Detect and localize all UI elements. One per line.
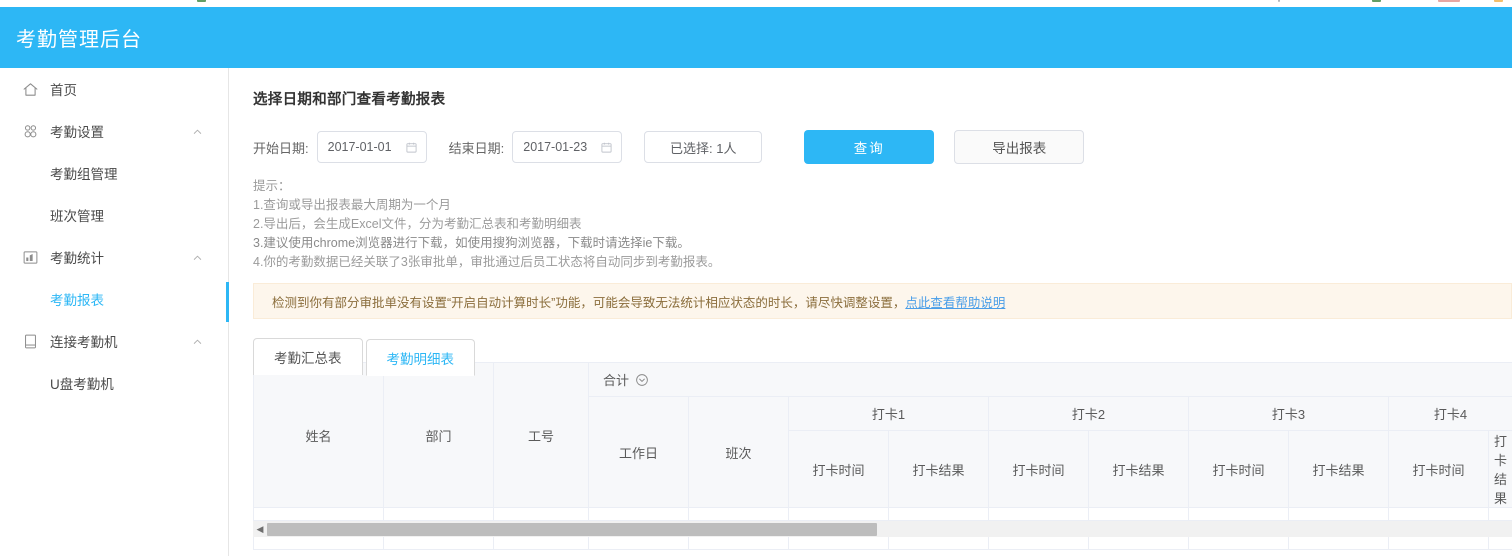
tip-line: 1.查询或导出报表最大周期为一个月 <box>253 196 1512 215</box>
start-date-label: 开始日期: <box>253 138 309 157</box>
tip-line: 3.建议使用chrome浏览器进行下载，如使用搜狗浏览器，下载时请选择ie下载。 <box>253 234 1512 253</box>
sidebar-subitem-label: 班次管理 <box>50 205 104 225</box>
browser-chrome-sliver <box>0 0 1512 7</box>
sidebar-item-label: 考勤设置 <box>50 121 104 141</box>
help-link[interactable]: 点此查看帮助说明 <box>905 292 1005 311</box>
sidebar-item-connect-device[interactable]: 连接考勤机 <box>0 320 228 362</box>
chevron-up-icon[interactable] <box>192 252 203 263</box>
sidebar-item-attendance-statistics[interactable]: 考勤统计 <box>0 236 228 278</box>
th-department: 部门 <box>384 363 494 508</box>
tips-heading: 提示： <box>253 177 1512 196</box>
start-date-value: 2017-01-01 <box>328 140 392 154</box>
filter-toolbar: 开始日期: 2017-01-01 结束日期: 2017-01-23 <box>253 131 1512 163</box>
sidebar-item-attendance-report[interactable]: 考勤报表 <box>0 278 228 320</box>
sidebar-item-shift-management[interactable]: 班次管理 <box>0 194 228 236</box>
chevron-up-icon[interactable] <box>192 126 203 137</box>
warning-banner: 检测到你有部分审批单没有设置“开启自动计算时长”功能，可能会导致无法统计相应状态… <box>253 283 1512 319</box>
selected-people-label: 已选择: 1人 <box>670 138 736 157</box>
th-punch1-time: 打卡时间 <box>789 431 889 508</box>
export-report-button[interactable]: 导出报表 <box>954 130 1084 164</box>
sidebar-item-attendance-settings[interactable]: 考勤设置 <box>0 110 228 152</box>
chevron-up-icon[interactable] <box>192 336 203 347</box>
th-punch-group-2: 打卡2 <box>989 397 1189 431</box>
sidebar-item-usb-device[interactable]: U盘考勤机 <box>0 362 228 404</box>
th-punch4-time: 打卡时间 <box>1389 431 1489 508</box>
sidebar-subitem-label: 考勤报表 <box>50 289 104 309</box>
sidebar-subitem-label: U盘考勤机 <box>50 373 114 393</box>
selected-people-selector[interactable]: 已选择: 1人 <box>644 131 762 163</box>
th-punch4-result: 打卡结果 <box>1489 431 1512 508</box>
chrome-remnant-icon <box>1494 0 1503 2</box>
th-punch3-time: 打卡时间 <box>1189 431 1289 508</box>
tab-label: 考勤明细表 <box>387 348 455 368</box>
sidebar-item-group-management[interactable]: 考勤组管理 <box>0 152 228 194</box>
query-button[interactable]: 查询 <box>804 130 934 164</box>
bar-chart-icon <box>22 249 39 266</box>
app-header: 考勤管理后台 <box>0 7 1512 68</box>
device-icon <box>22 333 39 350</box>
chrome-remnant-icon <box>1372 0 1381 2</box>
chrome-remnant-icon <box>1278 0 1280 2</box>
sidebar-item-label: 首页 <box>50 79 77 99</box>
th-punch-group-3: 打卡3 <box>1189 397 1389 431</box>
calendar-icon <box>405 141 418 154</box>
table-horizontal-scrollbar[interactable]: ◀ <box>253 520 1512 537</box>
people-icon <box>22 123 39 140</box>
th-punch3-result: 打卡结果 <box>1289 431 1389 508</box>
sidebar-item-label: 考勤统计 <box>50 247 104 267</box>
chrome-remnant-icon <box>1438 0 1460 2</box>
warning-text: 检测到你有部分审批单没有设置“开启自动计算时长”功能，可能会导致无法统计相应状态… <box>272 292 905 311</box>
th-shift: 班次 <box>689 397 789 508</box>
circle-chevron-down-icon[interactable] <box>635 373 649 387</box>
th-punch-group-4: 打卡4 <box>1389 397 1512 431</box>
th-employee-no: 工号 <box>494 363 589 508</box>
scroll-left-arrow-icon[interactable]: ◀ <box>253 521 267 538</box>
chrome-remnant-icon <box>197 0 206 2</box>
sidebar-item-home[interactable]: 首页 <box>0 68 228 110</box>
th-punch2-result: 打卡结果 <box>1089 431 1189 508</box>
sidebar-item-label: 连接考勤机 <box>50 331 118 351</box>
tab-label: 考勤汇总表 <box>274 347 342 367</box>
end-date-label: 结束日期: <box>449 138 505 157</box>
tip-line: 2.导出后，会生成Excel文件，分为考勤汇总表和考勤明细表 <box>253 215 1512 234</box>
tip-line: 4.你的考勤数据已经关联了3张审批单，审批通过后员工状态将自动同步到考勤报表。 <box>253 253 1512 272</box>
sidebar: 首页 考勤设置 考勤组管理 班次管理 <box>0 68 229 556</box>
sidebar-subitem-label: 考勤组管理 <box>50 163 118 183</box>
th-punch-group-1: 打卡1 <box>789 397 989 431</box>
total-group-label: 合计 <box>603 370 629 389</box>
calendar-icon <box>600 141 613 154</box>
th-punch1-result: 打卡结果 <box>889 431 989 508</box>
th-punch2-time: 打卡时间 <box>989 431 1089 508</box>
end-date-value: 2017-01-23 <box>523 140 587 154</box>
attendance-admin-page: 考勤管理后台 首页 考勤设置 考勤组管理 <box>0 0 1512 556</box>
page-title: 选择日期和部门查看考勤报表 <box>253 88 1512 109</box>
app-title: 考勤管理后台 <box>0 23 142 52</box>
end-date-input[interactable]: 2017-01-23 <box>512 131 622 163</box>
th-total-group: 合计 <box>589 363 1512 397</box>
tips-block: 提示： 1.查询或导出报表最大周期为一个月 2.导出后，会生成Excel文件，分… <box>253 177 1512 272</box>
th-name: 姓名 <box>254 363 384 508</box>
th-workday: 工作日 <box>589 397 689 508</box>
home-icon <box>22 81 39 98</box>
start-date-input[interactable]: 2017-01-01 <box>317 131 427 163</box>
tab-detail-report[interactable]: 考勤明细表 <box>366 339 476 376</box>
tab-summary-report[interactable]: 考勤汇总表 <box>253 338 363 375</box>
scrollbar-thumb[interactable] <box>267 523 877 536</box>
